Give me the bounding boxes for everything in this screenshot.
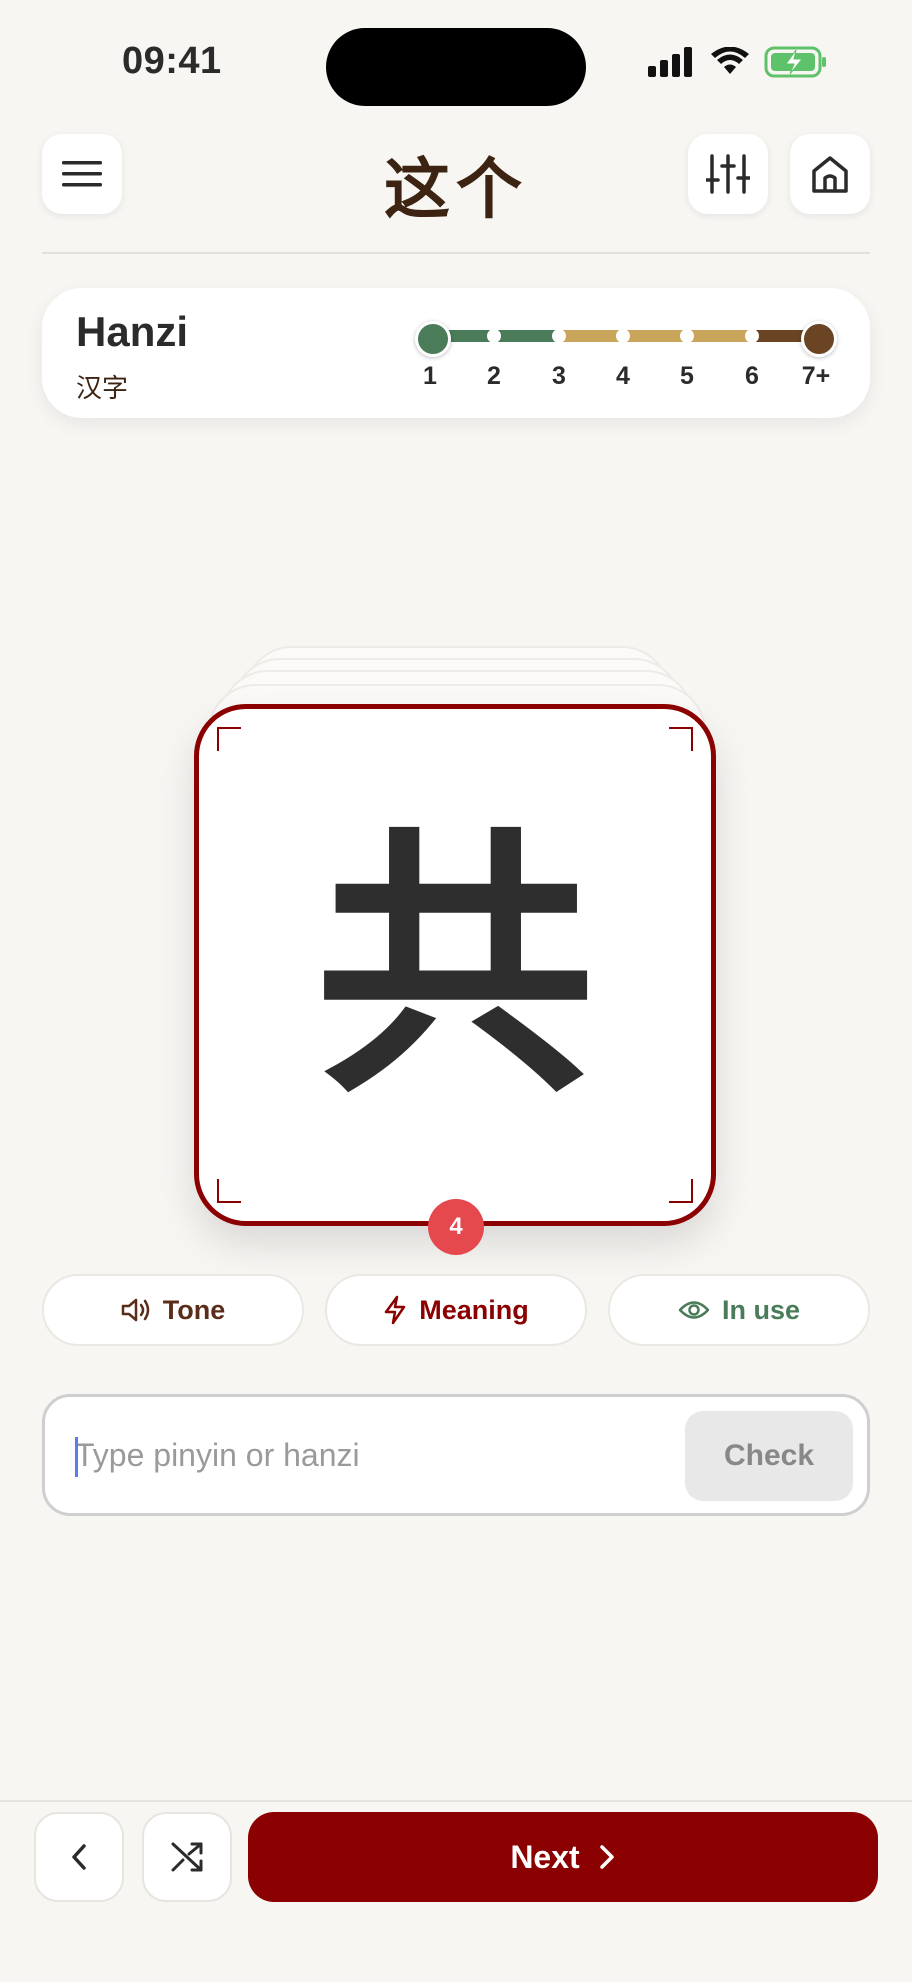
slider-handle-max[interactable] [801, 321, 837, 357]
back-button[interactable] [34, 1812, 124, 1902]
slider-tick [487, 329, 501, 343]
app-logo: 这个 [384, 150, 528, 228]
next-button[interactable]: Next [248, 1812, 878, 1902]
level-subtitle: 汉字 [76, 374, 129, 404]
check-button[interactable]: Check [685, 1411, 853, 1501]
header-divider [42, 252, 870, 254]
slider-tick [552, 329, 566, 343]
settings-button[interactable] [688, 134, 768, 214]
flashcard[interactable]: 共 [194, 704, 716, 1226]
slider-tick [745, 329, 759, 343]
meaning-label: Meaning [419, 1294, 529, 1325]
stack-count-badge: 4 [428, 1199, 484, 1255]
chevron-left-icon [72, 1844, 86, 1870]
level-slider[interactable] [415, 321, 837, 357]
home-button[interactable] [790, 134, 870, 214]
eye-icon [678, 1301, 710, 1319]
level-label: 4 [616, 362, 630, 390]
meaning-button[interactable]: Meaning [325, 1274, 587, 1346]
slider-tick [616, 329, 630, 343]
wifi-icon [711, 47, 749, 74]
slider-handle-min[interactable] [415, 321, 451, 357]
level-label: 5 [680, 362, 694, 390]
level-label: 3 [552, 362, 566, 390]
level-label: 7+ [801, 362, 831, 390]
home-icon [812, 156, 848, 193]
sliders-icon [706, 154, 750, 194]
chevron-right-icon [599, 1845, 614, 1869]
level-title: Hanzi [76, 308, 189, 355]
level-label: 6 [745, 362, 759, 390]
answer-input[interactable] [73, 1421, 675, 1489]
battery-icon [764, 46, 826, 78]
signal-icon [648, 47, 692, 77]
text-cursor [75, 1437, 78, 1477]
slider-segment-gold [560, 330, 753, 342]
status-icons [648, 46, 828, 78]
shuffle-button[interactable] [142, 1812, 232, 1902]
level-label: 1 [423, 362, 437, 390]
in-use-label: In use [721, 1294, 801, 1325]
level-label: 2 [487, 362, 501, 390]
in-use-button[interactable]: In use [608, 1274, 870, 1346]
dynamic-island [326, 28, 586, 106]
lightning-icon [384, 1295, 406, 1325]
slider-tick [680, 329, 694, 343]
card-character: 共 [315, 805, 595, 1131]
answer-box: Check [42, 1394, 870, 1516]
bottom-divider [0, 1800, 912, 1802]
tone-button[interactable]: Tone [42, 1274, 304, 1346]
shuffle-icon [171, 1842, 203, 1872]
tone-label: Tone [162, 1294, 226, 1325]
status-time: 09:41 [122, 40, 222, 82]
next-label: Next [510, 1838, 580, 1875]
speaker-icon [121, 1298, 149, 1322]
